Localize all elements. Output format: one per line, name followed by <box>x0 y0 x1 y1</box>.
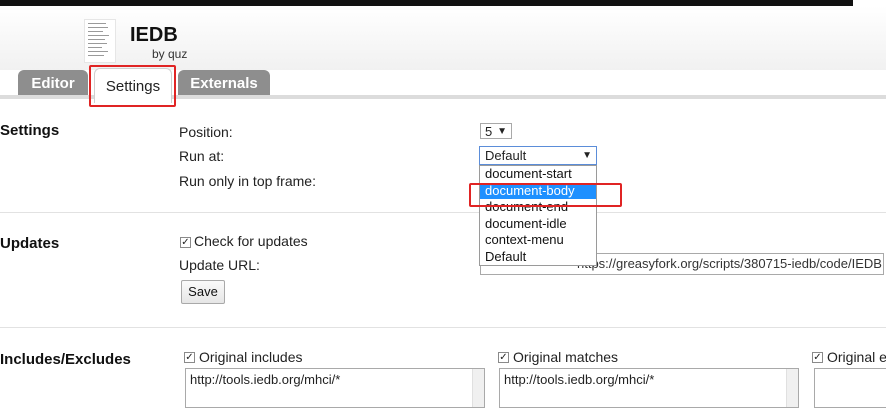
update-url-label: Update URL: <box>179 257 260 273</box>
scrollbar[interactable] <box>472 369 484 407</box>
chevron-down-icon: ▼ <box>497 126 507 137</box>
top-frame-label: Run only in top frame: <box>179 173 316 189</box>
original-matches-textarea[interactable]: http://tools.iedb.org/mhci/* <box>499 368 799 408</box>
run-at-value: Default <box>485 148 527 163</box>
position-value: 5 <box>485 124 493 139</box>
tab-externals[interactable]: Externals <box>178 70 270 96</box>
run-at-option[interactable]: Default <box>480 249 596 266</box>
script-icon <box>84 19 116 63</box>
check-updates-label: Check for updates <box>194 233 308 249</box>
save-button[interactable]: Save <box>181 280 225 304</box>
original-excludes-label: Original ex <box>827 349 886 365</box>
original-includes-textarea[interactable]: http://tools.iedb.org/mhci/* <box>185 368 485 408</box>
run-at-option-selected[interactable]: document-body <box>480 182 596 200</box>
original-matches-value: http://tools.iedb.org/mhci/* <box>504 372 655 387</box>
original-includes-checkbox[interactable]: ✓ <box>184 352 195 363</box>
run-at-option[interactable]: context-menu <box>480 232 596 249</box>
section-divider <box>0 212 886 213</box>
run-at-label: Run at: <box>179 148 225 164</box>
check-updates-checkbox[interactable]: ✓ <box>180 237 191 248</box>
original-matches-checkbox[interactable]: ✓ <box>498 352 509 363</box>
tab-editor[interactable]: Editor <box>18 70 88 96</box>
original-matches-label: Original matches <box>513 349 619 365</box>
run-at-option[interactable]: document-idle <box>480 216 596 233</box>
position-select[interactable]: 5 ▼ <box>480 123 512 139</box>
section-divider <box>0 327 886 328</box>
updates-section-title: Updates <box>0 235 60 252</box>
original-excludes-checkbox[interactable]: ✓ <box>812 352 823 363</box>
script-title: IEDB <box>130 24 178 46</box>
chevron-down-icon: ▼ <box>582 150 592 161</box>
original-includes-label: Original includes <box>199 349 303 365</box>
run-at-dropdown: document-start document-body document-en… <box>479 165 597 266</box>
includes-section-title: Includes/Excludes <box>0 351 131 368</box>
script-header: IEDB by quz <box>0 6 886 70</box>
scrollbar[interactable] <box>786 369 798 407</box>
settings-section-title: Settings <box>0 122 60 139</box>
original-excludes-textarea[interactable] <box>814 368 886 408</box>
position-label: Position: <box>179 124 233 140</box>
run-at-option[interactable]: document-start <box>480 166 596 183</box>
script-author: by quz <box>152 47 188 61</box>
run-at-option[interactable]: document-end <box>480 199 596 216</box>
run-at-select[interactable]: Default ▼ <box>479 146 597 165</box>
tab-settings[interactable]: Settings <box>94 68 172 103</box>
original-includes-value: http://tools.iedb.org/mhci/* <box>190 372 341 387</box>
